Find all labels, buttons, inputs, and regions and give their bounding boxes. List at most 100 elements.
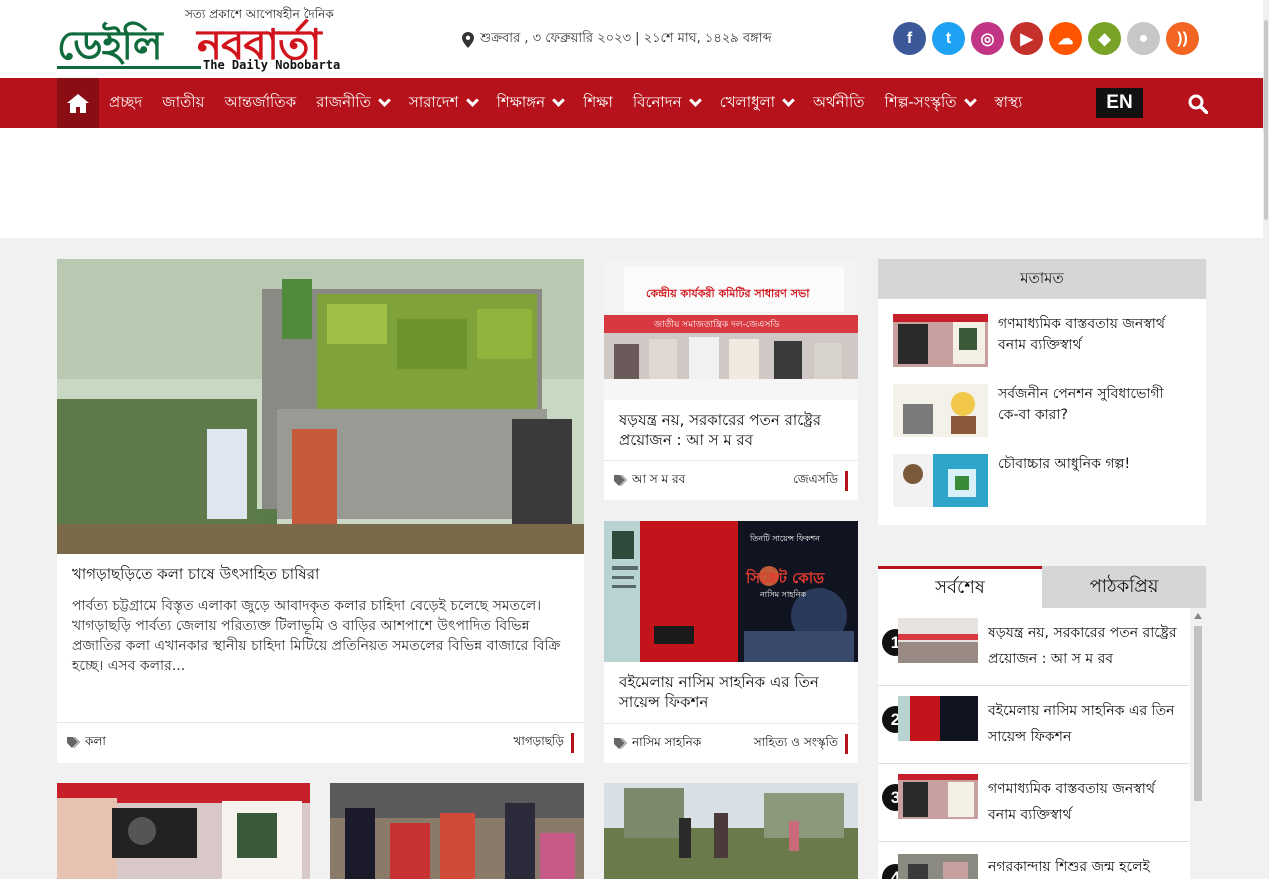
story-footer: আ স ম রব জেএসডি <box>604 460 858 500</box>
latest-title[interactable]: গণমাধ্যমিক বাস্তবতায় জনস্বার্থ বনাম ব্য… <box>988 776 1183 828</box>
story-title[interactable]: ষড়যন্ত্র নয়, সরকারের পতন রাষ্ট্রের প্র… <box>619 410 844 450</box>
latest-list-scrollbar[interactable] <box>1190 608 1206 879</box>
nav-item[interactable]: স্বাস্থ্য <box>995 91 1023 116</box>
nav-item-label: স্বাস্থ্য <box>994 92 1023 111</box>
opinion-heading: মতামত <box>878 259 1206 299</box>
lead-story-excerpt: পার্বত্য চট্টগ্রামে বিস্তৃত এলাকা জুড়ে … <box>72 598 561 674</box>
search-icon[interactable] <box>1188 94 1208 114</box>
lead-story-category[interactable]: খাগড়াছড়ি <box>513 732 574 753</box>
chevron-down-icon <box>688 94 702 107</box>
story-title[interactable]: বইমেলায় নাসিম সাহনিক এর তিন সায়েন্স ফি… <box>619 672 844 712</box>
apple-icon[interactable]: ● <box>1127 22 1160 55</box>
latest-thumbnail[interactable] <box>898 854 978 879</box>
home-button[interactable] <box>57 78 99 128</box>
nav-item[interactable]: রাজনীতি <box>316 91 391 116</box>
nav-item[interactable]: শিক্ষা <box>583 91 613 116</box>
site-logo[interactable]: সত্য প্রকাশে আপোষহীন দৈনিক ডেইলি নববার্ত… <box>57 6 357 74</box>
lead-story-title[interactable]: খাগড়াছড়িতে কলা চাষে উৎসাহিত চাষিরা <box>72 564 319 584</box>
latest-title[interactable]: বইমেলায় নাসিম সাহনিক এর তিন সায়েন্স ফি… <box>988 698 1183 750</box>
story-card-relief[interactable] <box>330 783 584 879</box>
story-card-book[interactable]: তিনটি সায়েন্স ফিকশন সিক্রেট কোড নাসিম স… <box>604 521 858 763</box>
lead-story-footer: কলা খাগড়াছড়ি <box>57 722 584 762</box>
nav-item-label: শিল্প-সংস্কৃতি <box>884 92 957 111</box>
nav-item-label: শিক্ষাঙ্গন <box>496 92 546 111</box>
story-card-village[interactable] <box>604 783 858 879</box>
nav-item-label: সারাদেশ <box>408 92 459 111</box>
nav-item[interactable]: খেলাধুলা <box>719 91 795 116</box>
social-links: f t ◎ ▶ ☁ ◆ ●)) <box>893 22 1199 55</box>
latest-popular-tabs: সর্বশেষ পাঠকপ্রিয় <box>878 566 1206 608</box>
story-category[interactable]: সাহিত্য ও সংস্কৃতি <box>754 733 848 754</box>
story-card-jsd[interactable]: কেন্দ্রীয় কার্যকরী কমিটির সাধারণ সভা জা… <box>604 259 858 500</box>
latest-item[interactable]: 2 বইমেলায় নাসিম সাহনিক এর তিন সায়েন্স … <box>878 686 1189 764</box>
opinion-item[interactable]: চৌবাচ্চার আধুনিক গল্প! <box>893 454 1188 507</box>
lead-story-image[interactable] <box>57 259 584 554</box>
latest-title[interactable]: ষড়যন্ত্র নয়, সরকারের পতন রাষ্ট্রের প্র… <box>988 620 1183 672</box>
tab-latest[interactable]: সর্বশেষ <box>878 566 1042 608</box>
opinion-title[interactable]: গণমাধ্যমিক বাস্তবতায় জনস্বার্থ বনাম ব্য… <box>998 314 1188 367</box>
advertisement-area <box>0 128 1263 238</box>
latest-item[interactable]: 3 গণমাধ্যমিক বাস্তবতায় জনস্বার্থ বনাম ব… <box>878 764 1189 842</box>
latest-thumbnail[interactable] <box>898 774 978 819</box>
latest-thumbnail[interactable] <box>898 696 978 741</box>
nav-item-label: খেলাধুলা <box>719 92 776 111</box>
opinion-thumbnail[interactable] <box>893 384 988 437</box>
facebook-icon[interactable]: f <box>893 22 926 55</box>
location-pin-icon <box>462 31 474 48</box>
latest-title[interactable]: নগরকান্দায় শিশুর জন্ম হলেই <box>988 854 1183 879</box>
soundcloud-icon[interactable]: ☁ <box>1049 22 1082 55</box>
nav-item[interactable]: শিল্প-সংস্কৃতি <box>884 91 977 116</box>
latest-thumbnail[interactable] <box>898 618 978 663</box>
youtube-icon[interactable]: ▶ <box>1010 22 1043 55</box>
nav-item-label: প্রচ্ছদ <box>109 92 143 111</box>
chevron-down-icon <box>782 94 795 107</box>
logo-latin-name: The Daily Nobobarta <box>203 58 341 72</box>
page-scrollbar-thumb[interactable] <box>1264 20 1268 220</box>
nav-item[interactable]: জাতীয় <box>162 91 204 116</box>
story-tag[interactable]: আ স ম রব <box>632 471 685 491</box>
nav-item-label: বিনোদন <box>632 92 682 111</box>
nav-item[interactable]: শিক্ষাঙ্গন <box>496 91 566 116</box>
latest-list: 1 ষড়যন্ত্র নয়, সরকারের পতন রাষ্ট্রের প… <box>878 608 1206 879</box>
latest-list-scroll-thumb[interactable] <box>1194 626 1202 801</box>
latest-item[interactable]: 4 নগরকান্দায় শিশুর জন্ম হলেই <box>878 842 1189 879</box>
story-card-media[interactable] <box>57 783 310 879</box>
main-nav: প্রচ্ছদ জাতীয় আন্তর্জাতিক রাজনীতি সারাদেশ শি… <box>0 78 1263 128</box>
book-cover-top-text: তিনটি সায়েন্স ফিকশন <box>750 534 820 543</box>
date-line: শুক্রবার , ৩ ফেব্রুয়ারি ২০২৩ | ২১শে মাঘ… <box>462 29 772 50</box>
opinion-title[interactable]: চৌবাচ্চার আধুনিক গল্প! <box>998 454 1188 507</box>
story-image-village[interactable] <box>604 783 858 879</box>
chevron-down-icon <box>465 94 479 107</box>
nav-item[interactable]: আন্তর্জাতিক <box>224 91 296 116</box>
opinion-item[interactable]: গণমাধ্যমিক বাস্তবতায় জনস্বার্থ বনাম ব্য… <box>893 314 1188 367</box>
language-toggle-button[interactable]: EN <box>1096 88 1143 118</box>
android-icon[interactable]: ◆ <box>1088 22 1121 55</box>
story-image-camera[interactable] <box>57 783 310 879</box>
nav-item[interactable]: প্রচ্ছদ <box>109 91 142 116</box>
story-image-relief[interactable] <box>330 783 584 879</box>
rss-icon[interactable]: )) <box>1166 22 1199 55</box>
nav-item[interactable]: সারাদেশ <box>408 91 479 116</box>
nav-items: প্রচ্ছদ জাতীয় আন্তর্জাতিক রাজনীতি সারাদেশ শি… <box>109 78 1042 128</box>
meeting-banner-text: কেন্দ্রীয় কার্যকরী কমিটির সাধারণ সভা <box>646 287 810 300</box>
story-category[interactable]: জেএসডি <box>793 470 848 491</box>
story-tag[interactable]: নাসিম সাহনিক <box>632 734 701 754</box>
nav-item-label: রাজনীতি <box>316 92 371 111</box>
nav-item[interactable]: অর্থনীতি <box>813 91 865 116</box>
scroll-up-arrow-icon[interactable] <box>1194 613 1202 619</box>
opinion-thumbnail[interactable] <box>893 314 988 367</box>
nav-item[interactable]: বিনোদন <box>632 91 702 116</box>
opinion-item[interactable]: সর্বজনীন পেনশন সুবিধাভোগী কে-বা কারা? <box>893 384 1188 437</box>
opinion-thumbnail[interactable] <box>893 454 988 507</box>
latest-item[interactable]: 1 ষড়যন্ত্র নয়, সরকারের পতন রাষ্ট্রের প… <box>878 608 1189 686</box>
lead-story-card[interactable]: খাগড়াছড়িতে কলা চাষে উৎসাহিত চাষিরা পার… <box>57 259 584 763</box>
opinion-title[interactable]: সর্বজনীন পেনশন সুবিধাভোগী কে-বা কারা? <box>998 384 1188 437</box>
nav-item-label: জাতীয় <box>162 92 205 111</box>
logo-name-part2: নববার্তা <box>197 20 322 69</box>
book-cover-author: নাসিম সাহনিক <box>760 590 807 599</box>
twitter-icon[interactable]: t <box>932 22 965 55</box>
tags-icon <box>614 738 627 749</box>
lead-story-tag[interactable]: কলা <box>85 733 106 753</box>
tab-popular[interactable]: পাঠকপ্রিয় <box>1042 566 1206 608</box>
instagram-icon[interactable]: ◎ <box>971 22 1004 55</box>
